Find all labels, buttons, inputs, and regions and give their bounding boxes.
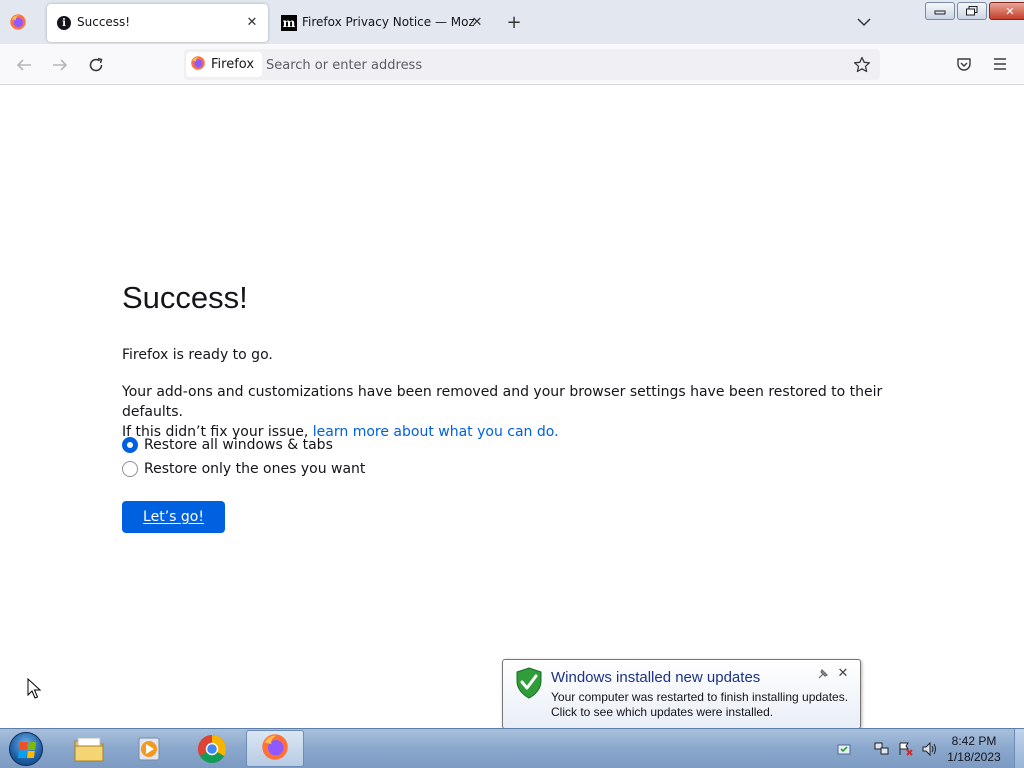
bookmark-star-icon[interactable] — [851, 54, 873, 76]
info-icon: i — [56, 15, 72, 31]
new-tab-icon[interactable]: + — [504, 12, 524, 33]
restore-icon[interactable] — [957, 2, 987, 20]
pin-icon[interactable] — [817, 668, 831, 682]
clock-date: 1/18/2023 — [947, 750, 1001, 764]
window-controls: ✕ — [925, 2, 1024, 20]
windows-update-icon[interactable] — [836, 741, 852, 757]
mouse-pointer-icon — [27, 677, 42, 704]
identity-box[interactable]: Firefox — [186, 52, 263, 77]
address-input[interactable] — [266, 54, 826, 76]
explorer-icon[interactable] — [60, 730, 118, 767]
firefox-icon — [190, 55, 206, 75]
url-bar[interactable]: Firefox — [184, 49, 880, 80]
ready-text: Firefox is ready to go. — [122, 347, 273, 363]
volume-icon[interactable] — [922, 741, 938, 757]
firefox-view-icon[interactable] — [8, 12, 28, 32]
notification-line-2: Click to see which updates were installe… — [551, 705, 774, 719]
pocket-icon[interactable] — [952, 52, 976, 76]
restore-some-radio[interactable] — [122, 461, 138, 477]
firefox-taskbar-button[interactable] — [246, 730, 304, 767]
tab-privacy-notice[interactable]: m Firefox Privacy Notice — Mozilla ✕ — [272, 4, 486, 42]
show-desktop-button[interactable] — [1014, 729, 1024, 768]
back-icon[interactable] — [11, 52, 37, 78]
start-button[interactable] — [6, 731, 46, 767]
media-player-icon[interactable] — [121, 730, 179, 767]
menu-icon[interactable] — [988, 52, 1012, 76]
minimize-icon[interactable] — [925, 2, 955, 20]
close-tab-icon[interactable]: ✕ — [468, 13, 486, 31]
mozilla-icon: m — [281, 15, 297, 31]
navigation-toolbar: Firefox — [0, 44, 1024, 85]
close-tab-icon[interactable]: ✕ — [243, 13, 261, 31]
lets-go-button[interactable]: Let’s go! — [122, 501, 225, 533]
close-window-icon[interactable]: ✕ — [989, 2, 1024, 20]
page-content: Success! Firefox is ready to go. Your ad… — [0, 86, 1024, 728]
action-center-icon[interactable] — [898, 741, 914, 757]
notification-line-1: Your computer was restarted to finish in… — [551, 690, 849, 704]
tab-success[interactable]: i Success! ✕ — [47, 4, 268, 42]
taskbar-clock[interactable]: 8:42 PM 1/18/2023 — [938, 733, 1010, 765]
restore-all-radio[interactable] — [122, 437, 138, 453]
firefox-icon — [260, 732, 290, 766]
identity-label: Firefox — [211, 57, 255, 72]
close-notification-icon[interactable]: ✕ — [836, 666, 850, 681]
tab-strip: i Success! ✕ m Firefox Privacy Notice — … — [0, 0, 1024, 44]
security-shield-icon — [515, 667, 543, 703]
restore-all-label: Restore all windows & tabs — [144, 437, 333, 453]
update-notification[interactable]: Windows installed new updates Your compu… — [502, 659, 861, 739]
reload-icon[interactable] — [83, 52, 109, 78]
description-paragraph: Your add-ons and customizations have bee… — [122, 382, 922, 442]
windows-logo-icon — [9, 732, 43, 766]
notification-title: Windows installed new updates — [551, 669, 761, 686]
restore-some-option[interactable]: Restore only the ones you want — [122, 461, 365, 477]
tab-title: Success! — [77, 15, 131, 29]
clock-time: 8:42 PM — [951, 734, 997, 748]
taskbar: 8:42 PM 1/18/2023 — [0, 728, 1024, 768]
page-title: Success! — [122, 280, 248, 315]
learn-more-link[interactable]: learn more about what you can do. — [313, 424, 559, 440]
description-text: Your add-ons and customizations have bee… — [122, 384, 883, 420]
forward-icon[interactable] — [47, 52, 73, 78]
restore-some-label: Restore only the ones you want — [144, 461, 366, 477]
chevron-down-icon[interactable] — [854, 12, 874, 32]
system-tray — [836, 735, 938, 763]
tab-title: Firefox Privacy Notice — Mozilla — [302, 15, 474, 29]
chrome-icon[interactable] — [183, 730, 241, 767]
network-icon[interactable] — [874, 741, 890, 757]
restore-all-option[interactable]: Restore all windows & tabs — [122, 437, 333, 453]
